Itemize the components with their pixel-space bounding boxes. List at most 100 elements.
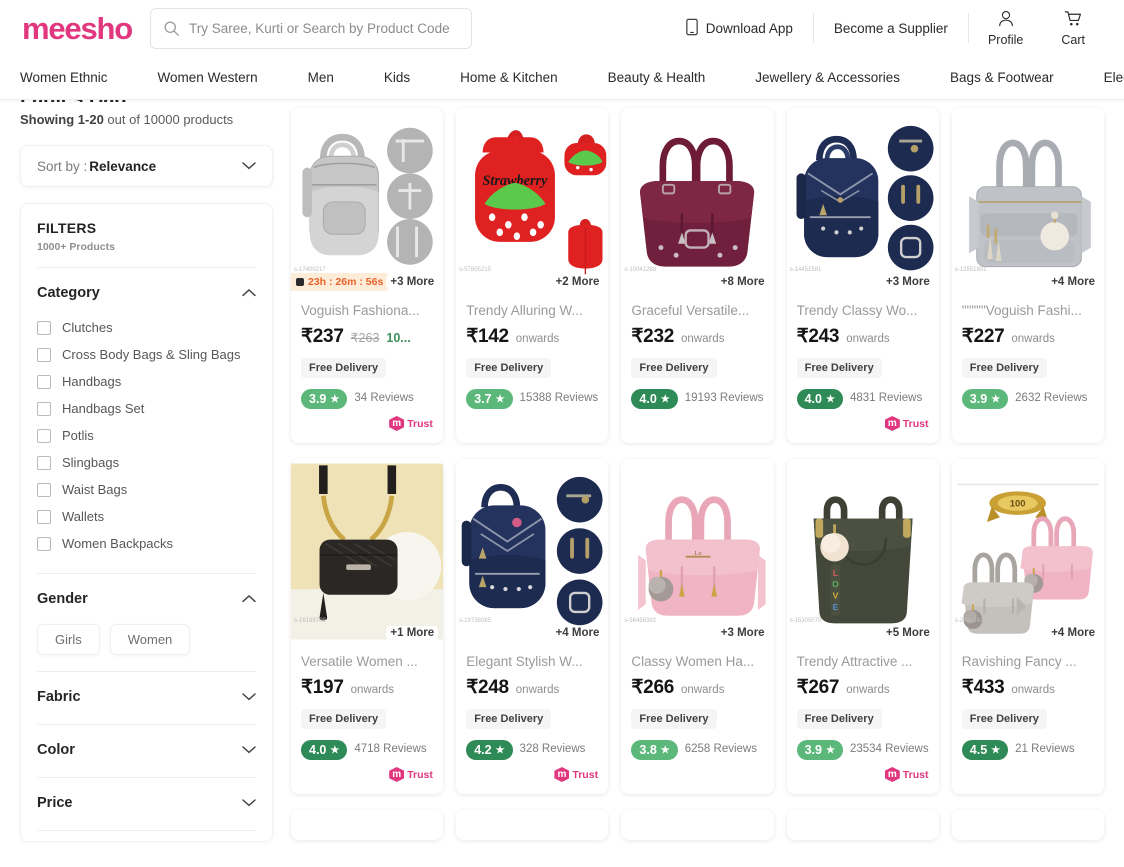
free-delivery-badge: Free Delivery — [796, 358, 882, 378]
product-image[interactable]: s-14451581 +3 More — [786, 108, 939, 293]
product-card[interactable]: s-12551801 +4 More """""Voguish Fashi...… — [951, 108, 1104, 443]
svg-text:L: L — [832, 568, 837, 578]
product-code-watermark: s-15305070 — [789, 618, 822, 624]
checkbox-icon[interactable] — [37, 320, 51, 335]
rating-value: 3.9 — [309, 392, 327, 406]
product-card[interactable]: Strawberry s-57805215 +2 More Trendy All… — [456, 108, 609, 443]
price-onwards-label: onwards — [350, 684, 395, 696]
product-card-partial[interactable] — [951, 810, 1104, 840]
facet-color-header[interactable]: Color — [37, 741, 256, 761]
mobile-icon — [686, 18, 698, 39]
product-original-price: ₹263 — [350, 331, 380, 345]
product-rating-row: 3.7 ★ 15388 Reviews — [466, 389, 598, 409]
product-card-partial[interactable] — [621, 810, 774, 840]
product-price-row: ₹266 onwards — [631, 676, 763, 699]
product-card[interactable]: s-10041288 +8 More Graceful Versatile...… — [621, 108, 774, 443]
filter-option-wallets[interactable]: Wallets — [37, 503, 256, 530]
star-icon: ★ — [825, 393, 835, 405]
checkbox-icon[interactable] — [37, 509, 51, 524]
nav-item-home-kitchen[interactable]: Home & Kitchen — [460, 70, 583, 85]
product-image[interactable]: Strawberry s-57805215 +2 More — [456, 108, 609, 293]
product-image[interactable]: s-19738085 +4 More — [456, 459, 609, 644]
filter-option-handbags[interactable]: Handbags — [37, 368, 256, 395]
free-delivery-badge: Free Delivery — [466, 358, 552, 378]
user-icon — [996, 10, 1016, 32]
checkbox-icon[interactable] — [37, 401, 51, 416]
product-card-partial[interactable] — [456, 810, 609, 840]
nav-item-women-ethnic[interactable]: Women Ethnic — [20, 70, 133, 85]
product-image[interactable]: s-10041288 +8 More — [621, 108, 774, 293]
timer-icon — [296, 278, 304, 286]
product-image[interactable]: s-16199709 +1 More — [291, 459, 444, 644]
filter-option-handbags-set[interactable]: Handbags Set — [37, 395, 256, 422]
gender-chip-women[interactable]: Women — [109, 624, 191, 655]
checkbox-icon[interactable] — [37, 374, 51, 389]
product-title: Classy Women Ha... — [631, 654, 755, 669]
product-card[interactable]: Le s-56458392 +3 More Classy Women Ha...… — [621, 459, 774, 794]
product-price: ₹243 — [796, 326, 840, 347]
filter-label: Waist Bags — [62, 482, 128, 497]
product-card[interactable]: s-19738085 +4 More Elegant Stylish W... … — [456, 459, 609, 794]
meesho-logo[interactable]: meesho — [22, 13, 133, 44]
product-card[interactable]: 100 s-20463431 +4 More Ravishing Fancy .… — [951, 459, 1104, 794]
nav-item-jewellery-accessories[interactable]: Jewellery & Accessories — [755, 70, 925, 85]
nav-item-electronics[interactable]: Electronics — [1104, 70, 1124, 85]
nav-item-women-western[interactable]: Women Western — [158, 70, 283, 85]
facet-category-header[interactable]: Category — [37, 284, 256, 304]
product-card[interactable]: L O V E s-15305070 +5 More Trendy Attrac… — [786, 459, 939, 794]
product-price-row: ₹142 onwards — [466, 325, 598, 348]
product-card[interactable]: s-16199709 +1 More Versatile Women ... ₹… — [291, 459, 444, 794]
nav-item-beauty-health[interactable]: Beauty & Health — [608, 70, 731, 85]
product-grid-next-row — [291, 810, 1104, 840]
product-card-partial[interactable] — [291, 810, 444, 840]
product-rating-row: 4.0★ 4831 Reviews mTrusted — [796, 389, 929, 431]
product-image[interactable]: 100 s-20463431 +4 More — [951, 459, 1104, 644]
facet-gender-options: Girls Women — [37, 610, 256, 655]
product-card[interactable]: s-14451581 +3 More Trendy Classy Wo... ₹… — [786, 108, 939, 443]
filter-option-clutches[interactable]: Clutches — [37, 314, 256, 341]
checkbox-icon[interactable] — [37, 428, 51, 443]
become-supplier-button[interactable]: Become a Supplier — [814, 21, 968, 36]
rating-badge: 4.0 ★ — [301, 740, 348, 760]
nav-item-kids[interactable]: Kids — [384, 70, 435, 85]
rating-badge: 4.0 ★ — [796, 389, 843, 409]
sort-dropdown[interactable]: Sort by : Relevance — [20, 145, 273, 187]
filters-product-count: 1000+ Products — [37, 241, 115, 253]
gender-chip-girls[interactable]: Girls — [37, 624, 100, 655]
timer-value: 23h : 26m : 56s — [308, 276, 384, 288]
checkbox-icon[interactable] — [37, 347, 51, 362]
product-card-partial[interactable] — [786, 810, 939, 840]
nav-item-men[interactable]: Men — [308, 70, 359, 85]
more-images-badge: +3 More — [386, 275, 439, 289]
profile-button[interactable]: Profile — [969, 10, 1042, 47]
search-input[interactable] — [188, 20, 459, 36]
search-box[interactable] — [149, 7, 472, 49]
cart-button[interactable]: Cart — [1042, 10, 1104, 47]
filter-option-slingbags[interactable]: Slingbags — [37, 449, 256, 476]
nav-item-bags-footwear[interactable]: Bags & Footwear — [950, 70, 1079, 85]
more-images-badge: +4 More — [1047, 275, 1099, 289]
more-images-badge: +4 More — [551, 626, 604, 640]
free-delivery-badge: Free Delivery — [301, 358, 387, 378]
filter-option-waist-bags[interactable]: Waist Bags — [37, 476, 256, 503]
product-image[interactable]: s-12551801 +4 More — [951, 108, 1104, 293]
filter-option-women-backpacks[interactable]: Women Backpacks — [37, 530, 256, 557]
product-card[interactable]: s-17400217 23h : 26m : 56s +3 More Vogui… — [291, 108, 444, 443]
product-image[interactable]: L O V E s-15305070 +5 More — [786, 459, 939, 644]
checkbox-icon[interactable] — [37, 455, 51, 470]
product-image[interactable]: s-17400217 23h : 26m : 56s +3 More — [291, 108, 444, 293]
download-app-button[interactable]: Download App — [666, 18, 813, 39]
filter-label: Slingbags — [62, 455, 120, 470]
filter-option-potlis[interactable]: Potlis — [37, 422, 256, 449]
checkbox-icon[interactable] — [37, 482, 51, 497]
product-price-row: ₹248 onwards — [466, 676, 598, 699]
checkbox-icon[interactable] — [37, 536, 51, 551]
facet-price-header[interactable]: Price — [37, 794, 256, 814]
facet-gender-header[interactable]: Gender — [37, 590, 256, 610]
product-image[interactable]: Le s-56458392 +3 More — [621, 459, 774, 644]
facet-category-title: Category — [37, 285, 100, 301]
filter-option-cross-body-bags[interactable]: Cross Body Bags & Sling Bags — [37, 341, 256, 368]
download-app-label: Download App — [705, 20, 793, 36]
facet-fabric-header[interactable]: Fabric — [37, 688, 256, 708]
star-icon: ★ — [495, 393, 505, 405]
